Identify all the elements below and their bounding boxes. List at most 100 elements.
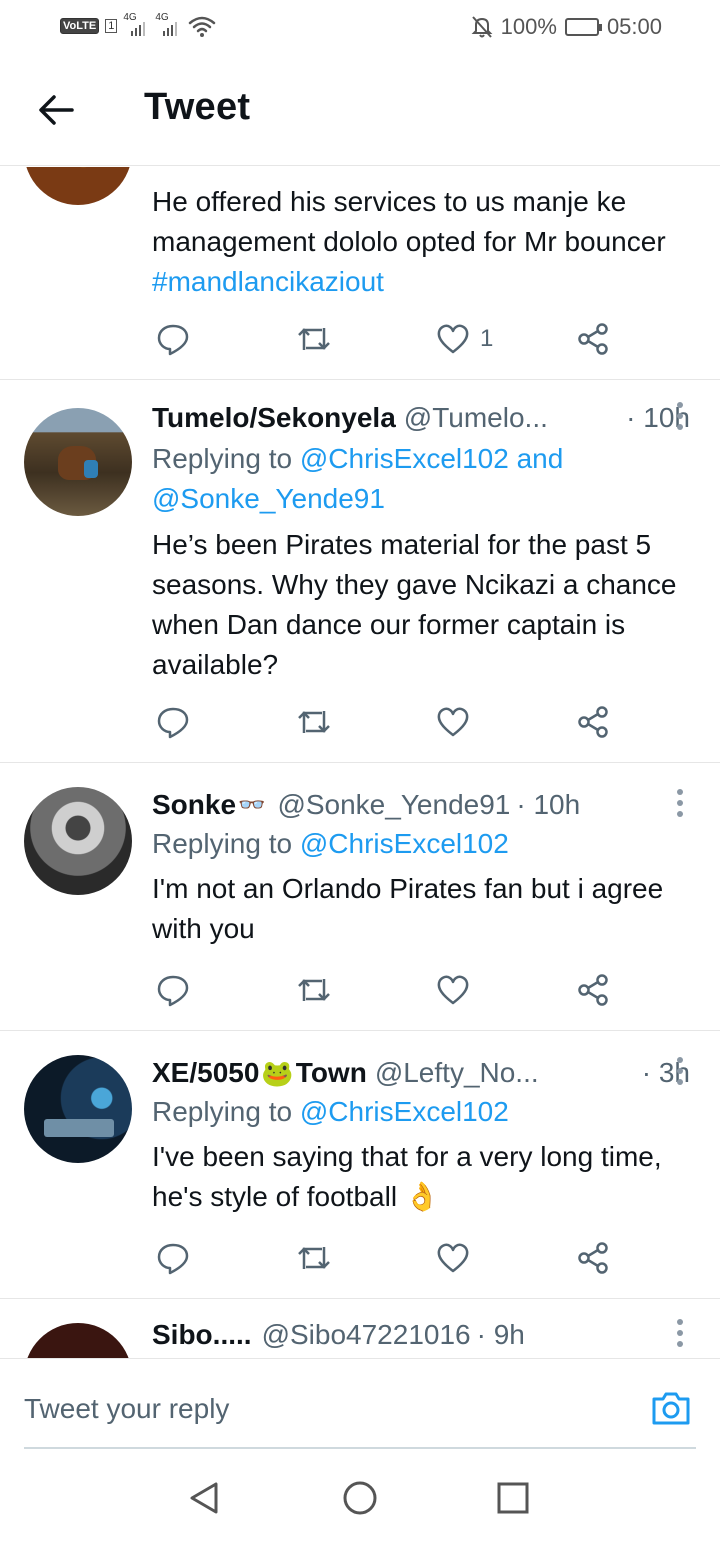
tweet-text: He’s been Pirates material for the past … bbox=[152, 529, 677, 680]
display-name[interactable]: Sonke bbox=[152, 789, 236, 821]
more-vertical-icon[interactable] bbox=[676, 402, 684, 432]
wifi-icon bbox=[189, 16, 216, 37]
reply-button[interactable] bbox=[156, 319, 190, 359]
mention-join: and bbox=[508, 443, 564, 474]
share-button[interactable] bbox=[576, 970, 610, 1010]
tweet-header: Sonke 👓 @Sonke_Yende91 · 10h bbox=[152, 787, 690, 823]
ok-hand-emoji: 👌 bbox=[404, 1181, 440, 1212]
reply-compose-bar: Tweet your reply bbox=[0, 1358, 720, 1449]
tweet-text: I've been saying that for a very long ti… bbox=[152, 1137, 696, 1217]
like-button[interactable] bbox=[436, 1238, 470, 1278]
user-handle[interactable]: @Lefty_No... bbox=[375, 1057, 539, 1089]
retweet-button[interactable] bbox=[296, 970, 332, 1010]
more-vertical-icon[interactable] bbox=[676, 789, 684, 819]
retweet-icon bbox=[298, 1247, 330, 1269]
share-button[interactable] bbox=[576, 702, 610, 742]
tweet-timestamp: · 10h bbox=[516, 789, 581, 820]
retweet-icon bbox=[298, 328, 330, 350]
retweet-icon bbox=[298, 711, 330, 733]
tweet-body: He offered his services to us manje ke m… bbox=[152, 186, 666, 257]
mention-link[interactable]: @Sonke_Yende91 bbox=[152, 483, 385, 514]
tweet-card[interactable]: Tumelo/Sekonyela @Tumelo... · 10h Replyi… bbox=[0, 380, 720, 763]
tweet-actions bbox=[152, 1238, 622, 1278]
avatar[interactable] bbox=[24, 408, 132, 516]
reply-icon bbox=[157, 707, 189, 739]
mention-link[interactable]: @ChrisExcel102 bbox=[300, 828, 509, 859]
user-handle[interactable]: @Sibo47221016 bbox=[262, 1319, 471, 1351]
sim-indicator: 1 bbox=[105, 19, 118, 33]
like-button[interactable] bbox=[436, 702, 470, 742]
display-name[interactable]: XE/5050 bbox=[152, 1057, 259, 1089]
display-name[interactable]: Tumelo/Sekonyela bbox=[152, 402, 396, 434]
avatar[interactable] bbox=[24, 787, 132, 895]
tweet-actions bbox=[152, 702, 622, 742]
replying-to-line: Replying to @ChrisExcel102 and @Sonke_Yen… bbox=[152, 439, 696, 519]
display-name-suffix[interactable]: Town bbox=[296, 1057, 367, 1089]
camera-icon[interactable] bbox=[650, 1389, 692, 1427]
input-underline bbox=[24, 1447, 696, 1449]
tweet-card[interactable]: Sonke 👓 @Sonke_Yende91 · 10h Replying to… bbox=[0, 763, 720, 1031]
reply-input[interactable]: Tweet your reply bbox=[24, 1393, 229, 1425]
reply-icon bbox=[157, 1243, 189, 1275]
tweet-header: XE/5050 🐸 Town @Lefty_No... · 3h bbox=[152, 1055, 690, 1091]
avatar[interactable] bbox=[24, 1055, 132, 1163]
reply-button[interactable] bbox=[156, 970, 190, 1010]
reply-button[interactable] bbox=[156, 1238, 190, 1278]
heart-icon bbox=[437, 707, 469, 737]
user-handle[interactable]: @Sonke_Yende91 bbox=[277, 789, 510, 821]
replying-to-line: Replying to @ChrisExcel102 bbox=[152, 1092, 696, 1132]
reply-icon bbox=[157, 975, 189, 1007]
replying-to-label: Replying to bbox=[152, 828, 300, 859]
reply-button[interactable] bbox=[156, 702, 190, 742]
like-count: 1 bbox=[480, 325, 494, 352]
retweet-icon bbox=[298, 979, 330, 1001]
status-bar: VoLTE 1 4G 4G 100% 05:00 bbox=[0, 0, 720, 56]
nav-back-icon[interactable] bbox=[186, 1480, 222, 1516]
avatar[interactable] bbox=[24, 167, 132, 205]
like-button[interactable] bbox=[436, 970, 470, 1010]
user-handle[interactable]: @Tumelo... bbox=[404, 402, 548, 434]
status-left: VoLTE 1 4G 4G bbox=[60, 12, 217, 38]
share-icon bbox=[578, 323, 608, 355]
heart-icon bbox=[437, 324, 469, 354]
replies-feed[interactable]: He offered his services to us manje ke m… bbox=[0, 167, 720, 1358]
page-title: Tweet bbox=[144, 86, 251, 128]
retweet-button[interactable] bbox=[296, 319, 332, 359]
retweet-button[interactable] bbox=[296, 702, 332, 742]
more-vertical-icon[interactable] bbox=[676, 1057, 684, 1087]
share-icon bbox=[578, 1242, 608, 1274]
like-button[interactable]: 1 bbox=[436, 319, 493, 359]
share-icon bbox=[578, 974, 608, 1006]
more-vertical-icon[interactable] bbox=[676, 1319, 684, 1349]
display-name[interactable]: Sibo..... bbox=[152, 1319, 252, 1351]
retweet-button[interactable] bbox=[296, 1238, 332, 1278]
mention-link[interactable]: @ChrisExcel102 bbox=[300, 443, 509, 474]
frog-emoji: 🐸 bbox=[261, 1057, 294, 1088]
tweet-card[interactable]: XE/5050 🐸 Town @Lefty_No... · 3h Replyin… bbox=[0, 1031, 720, 1299]
replying-to-label: Replying to bbox=[152, 1096, 300, 1127]
glasses-emoji: 👓 bbox=[238, 792, 266, 817]
battery-percent: 100% bbox=[500, 14, 557, 39]
heart-icon bbox=[437, 1243, 469, 1273]
tweet-header: Sibo..... @Sibo47221016 · 9h bbox=[152, 1317, 690, 1353]
avatar[interactable] bbox=[24, 1323, 132, 1358]
tweet-timestamp: · 9h bbox=[476, 1319, 525, 1350]
battery-icon bbox=[564, 18, 602, 36]
share-button[interactable] bbox=[576, 319, 610, 359]
system-navigation-bar bbox=[0, 1450, 720, 1541]
top-app-bar: Tweet bbox=[0, 56, 720, 166]
tweet-card[interactable]: Sibo..... @Sibo47221016 · 9h bbox=[0, 1299, 720, 1358]
nav-home-icon[interactable] bbox=[342, 1480, 378, 1516]
nav-recents-icon[interactable] bbox=[495, 1480, 531, 1516]
tweet-card[interactable]: He offered his services to us manje ke m… bbox=[0, 167, 720, 380]
tweet-text: He offered his services to us manje ke m… bbox=[152, 182, 696, 302]
clock: 05:00 bbox=[606, 14, 662, 39]
hashtag-link[interactable]: #mandlancikaziout bbox=[152, 266, 384, 297]
back-arrow-icon[interactable] bbox=[36, 90, 76, 130]
mention-link[interactable]: @ChrisExcel102 bbox=[300, 1096, 509, 1127]
bell-muted-icon bbox=[471, 16, 493, 38]
volte-indicator: VoLTE bbox=[60, 18, 100, 34]
share-button[interactable] bbox=[576, 1238, 610, 1278]
status-right: 100% 05:00 bbox=[471, 14, 662, 40]
share-icon bbox=[578, 706, 608, 738]
